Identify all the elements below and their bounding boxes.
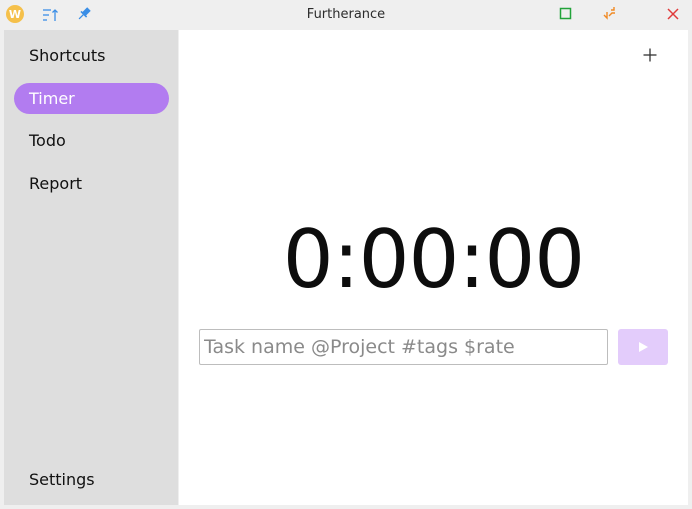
window-title: Furtherance	[306, 7, 386, 22]
sidebar-item-label: Todo	[29, 131, 66, 150]
app-window: W Furtherance Shortcuts Timer Todo Repor…	[0, 0, 692, 509]
sidebar: Shortcuts Timer Todo Report Settings	[4, 30, 178, 505]
timer-display: 0:00:00	[282, 213, 585, 306]
sidebar-item-label: Report	[29, 174, 83, 193]
play-icon	[639, 342, 648, 352]
sidebar-item-timer[interactable]: Timer	[14, 83, 169, 114]
sidebar-item-todo[interactable]: Todo	[14, 125, 169, 156]
close-icon[interactable]	[664, 5, 682, 23]
title-bar[interactable]: W Furtherance	[0, 0, 692, 30]
restore-icon[interactable]	[601, 5, 619, 23]
timer-panel: 0:00:00	[179, 30, 688, 505]
task-input[interactable]	[199, 329, 608, 365]
maximize-icon[interactable]	[558, 6, 574, 22]
start-button[interactable]	[618, 329, 668, 365]
sidebar-item-label: Timer	[29, 89, 75, 108]
sidebar-item-label: Shortcuts	[29, 46, 106, 65]
sidebar-item-settings[interactable]: Settings	[14, 464, 169, 495]
plus-icon	[643, 48, 657, 62]
sidebar-item-report[interactable]: Report	[14, 168, 169, 199]
sidebar-item-label: Settings	[29, 470, 95, 489]
add-button[interactable]	[639, 44, 661, 66]
sidebar-item-shortcuts[interactable]: Shortcuts	[14, 40, 169, 71]
